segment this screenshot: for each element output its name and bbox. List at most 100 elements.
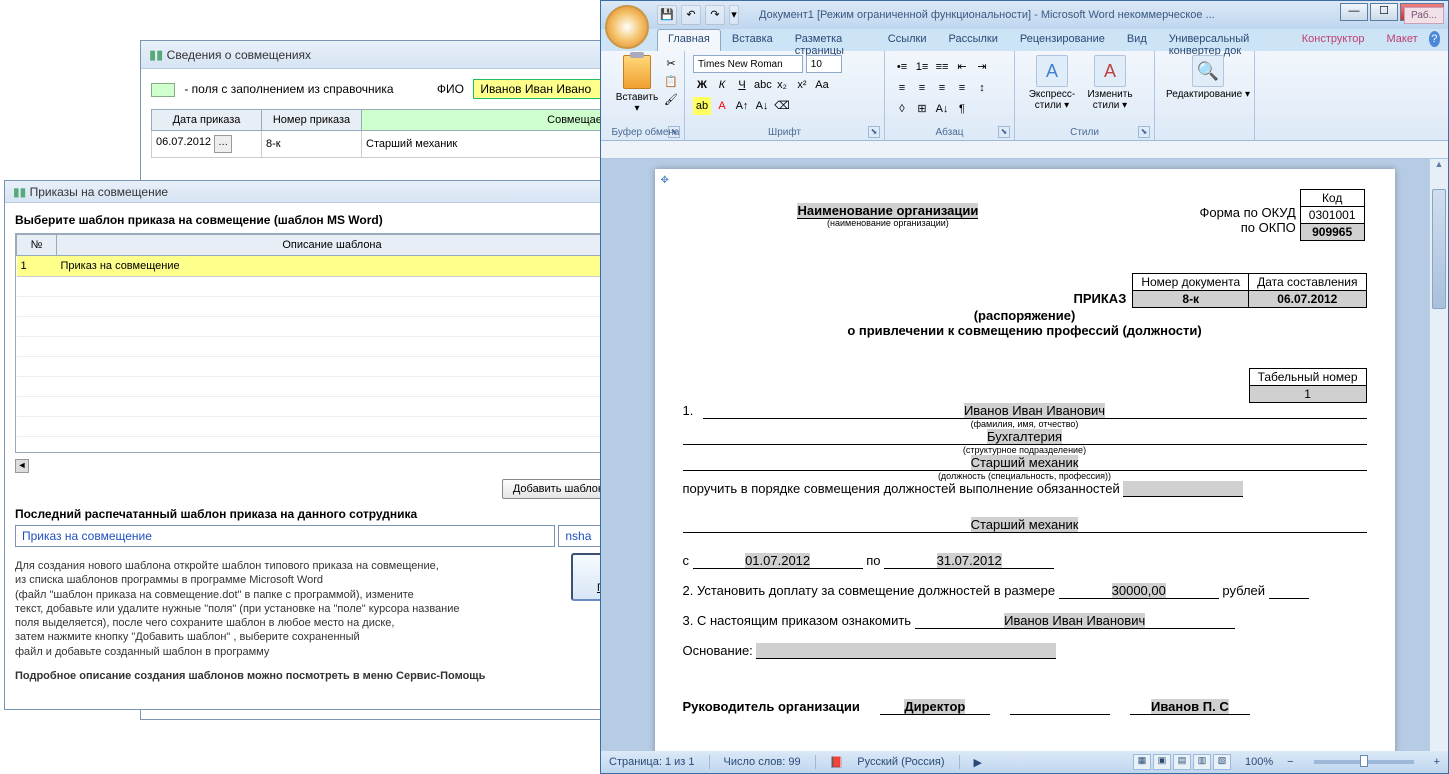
- bullets-button[interactable]: •≡: [893, 58, 911, 76]
- last-template-input[interactable]: [15, 525, 555, 547]
- org-name[interactable]: Наименование организации: [797, 203, 978, 219]
- position[interactable]: Старший механик: [971, 455, 1079, 470]
- tab-view[interactable]: Вид: [1116, 29, 1158, 51]
- shading-button[interactable]: ◊: [893, 100, 911, 118]
- numbering-button[interactable]: 1≡: [913, 58, 931, 76]
- bold-button[interactable]: Ж: [693, 76, 711, 94]
- word-count[interactable]: Число слов: 99: [724, 756, 801, 768]
- strikethrough-button[interactable]: abc: [753, 76, 771, 94]
- tab-layout2[interactable]: Макет: [1375, 29, 1428, 51]
- align-left-button[interactable]: ≡: [893, 79, 911, 97]
- full-screen-view[interactable]: ▣: [1153, 754, 1171, 770]
- shrink-font-button[interactable]: A↓: [753, 97, 771, 115]
- scroll-thumb[interactable]: [1432, 189, 1446, 309]
- docdate-value[interactable]: 06.07.2012: [1249, 291, 1366, 308]
- tab-references[interactable]: Ссылки: [877, 29, 938, 51]
- tab-insert[interactable]: Вставка: [721, 29, 784, 51]
- col-num[interactable]: Номер приказа: [262, 110, 362, 131]
- underline-button[interactable]: Ч: [733, 76, 751, 94]
- highlight-button[interactable]: ab: [693, 97, 711, 115]
- page-status[interactable]: Страница: 1 из 1: [609, 756, 695, 768]
- outline-view[interactable]: ▥: [1193, 754, 1211, 770]
- multilevel-button[interactable]: ≡≡: [933, 58, 951, 76]
- tab-layout[interactable]: Разметка страницы: [784, 29, 877, 51]
- sort-button[interactable]: A↓: [933, 100, 951, 118]
- okpo-value[interactable]: 909965: [1300, 224, 1364, 241]
- dialog-launcher[interactable]: ⬊: [1138, 126, 1150, 138]
- amount[interactable]: 30000,00: [1112, 583, 1166, 598]
- spell-icon[interactable]: 📕: [830, 756, 844, 769]
- cut-icon[interactable]: ✂: [662, 55, 680, 73]
- to-date[interactable]: 31.07.2012: [937, 553, 1002, 568]
- indent-right-button[interactable]: ⇥: [973, 58, 991, 76]
- web-view[interactable]: ▤: [1173, 754, 1191, 770]
- tab-converter[interactable]: Универсальный конвертер док: [1158, 29, 1291, 51]
- from-date[interactable]: 01.07.2012: [745, 553, 810, 568]
- col-date[interactable]: Дата приказа: [152, 110, 262, 131]
- italic-button[interactable]: К: [713, 76, 731, 94]
- docnum-value[interactable]: 8-к: [1133, 291, 1249, 308]
- office-button[interactable]: [605, 5, 649, 49]
- tab-home[interactable]: Главная: [657, 29, 721, 51]
- maximize-button[interactable]: ☐: [1370, 3, 1398, 21]
- paste-button[interactable]: Вставить ▾: [615, 55, 659, 115]
- font-name-select[interactable]: [693, 55, 803, 73]
- tab-review[interactable]: Рецензирование: [1009, 29, 1116, 51]
- macro-icon[interactable]: ▶: [974, 756, 982, 769]
- vertical-scrollbar[interactable]: ▲: [1430, 159, 1448, 751]
- scroll-up-icon[interactable]: ▲: [1430, 159, 1448, 169]
- department[interactable]: Бухгалтерия: [987, 429, 1062, 444]
- dialog-launcher[interactable]: ⬊: [668, 126, 680, 138]
- table-move-handle[interactable]: ✥: [661, 175, 669, 186]
- undo-icon[interactable]: ↶: [681, 5, 701, 25]
- align-center-button[interactable]: ≡: [913, 79, 931, 97]
- grow-font-button[interactable]: A↑: [733, 97, 751, 115]
- language-status[interactable]: Русский (Россия): [857, 756, 944, 768]
- print-layout-view[interactable]: ▦: [1133, 754, 1151, 770]
- justify-button[interactable]: ≡: [953, 79, 971, 97]
- align-right-button[interactable]: ≡: [933, 79, 951, 97]
- tab-design[interactable]: Конструктор: [1291, 29, 1376, 51]
- tab-mailings[interactable]: Рассылки: [938, 29, 1009, 51]
- change-case-button[interactable]: Aa: [813, 76, 831, 94]
- zoom-thumb[interactable]: [1360, 755, 1368, 767]
- col-desc[interactable]: Описание шаблона: [57, 235, 608, 256]
- contextual-tab[interactable]: Раб...: [1404, 7, 1444, 24]
- quick-styles-button[interactable]: A Экспресс-стили ▾: [1023, 55, 1081, 138]
- font-size-select[interactable]: [806, 55, 842, 73]
- line-spacing-button[interactable]: ↕: [973, 79, 991, 97]
- zoom-out-button[interactable]: −: [1287, 756, 1293, 768]
- okud-value[interactable]: 0301001: [1300, 207, 1364, 224]
- employee-fio[interactable]: Иванов Иван Иванович: [964, 403, 1105, 418]
- scroll-left[interactable]: ◄: [15, 459, 29, 473]
- clear-format-button[interactable]: ⌫: [773, 97, 791, 115]
- ruler[interactable]: [601, 141, 1448, 159]
- tabnum-value[interactable]: 1: [1249, 386, 1366, 403]
- draft-view[interactable]: ▧: [1213, 754, 1231, 770]
- document-area[interactable]: ✥ Наименование организации (наименование…: [601, 159, 1448, 751]
- dialog-launcher[interactable]: ⬊: [868, 126, 880, 138]
- show-marks-button[interactable]: ¶: [953, 100, 971, 118]
- template-row-selected[interactable]: 1 Приказ на совмещение nshab: [17, 256, 658, 277]
- superscript-button[interactable]: x²: [793, 76, 811, 94]
- position2[interactable]: Старший механик: [971, 517, 1079, 532]
- change-styles-button[interactable]: A Изменить стили ▾: [1081, 55, 1139, 138]
- col-num[interactable]: №: [17, 235, 57, 256]
- minimize-button[interactable]: —: [1340, 3, 1368, 21]
- help-icon[interactable]: ?: [1429, 31, 1440, 47]
- redo-icon[interactable]: ↷: [705, 5, 725, 25]
- ellipsis-button[interactable]: …: [214, 135, 232, 153]
- dialog-launcher[interactable]: ⬊: [998, 126, 1010, 138]
- director[interactable]: Директор: [904, 699, 965, 714]
- zoom-in-button[interactable]: +: [1434, 756, 1440, 768]
- qat-dropdown[interactable]: ▾: [729, 5, 739, 25]
- save-icon[interactable]: 💾: [657, 5, 677, 25]
- zoom-slider[interactable]: [1314, 760, 1414, 764]
- add-template-button[interactable]: Добавить шаблон: [502, 479, 615, 499]
- borders-button[interactable]: ⊞: [913, 100, 931, 118]
- format-painter-icon[interactable]: 🖌: [662, 91, 680, 109]
- find-button[interactable]: 🔍 Редактирование ▾: [1163, 55, 1253, 100]
- subscript-button[interactable]: x₂: [773, 76, 791, 94]
- indent-left-button[interactable]: ⇤: [953, 58, 971, 76]
- familiarize-fio[interactable]: Иванов Иван Иванович: [1004, 613, 1145, 628]
